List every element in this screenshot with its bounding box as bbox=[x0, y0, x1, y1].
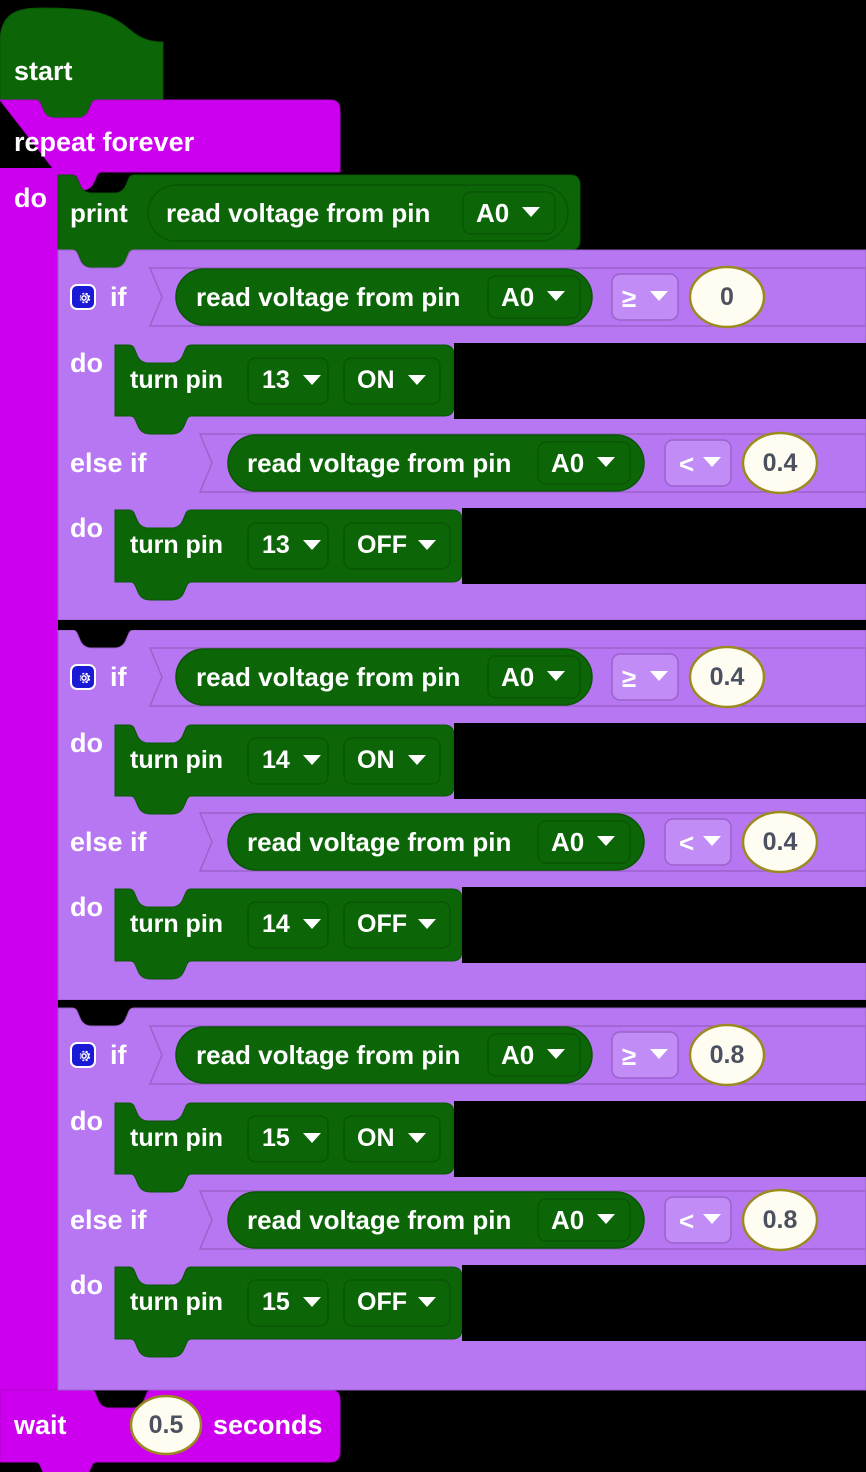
if-2-sensor-label: read voltage from pin bbox=[196, 662, 461, 692]
wait-unit-label: seconds bbox=[213, 1410, 323, 1440]
if-1-pin-dropdown[interactable] bbox=[488, 276, 580, 318]
repeat-forever-block[interactable] bbox=[0, 100, 340, 172]
if-3-else-pin-dropdown[interactable] bbox=[538, 1199, 630, 1241]
if-1-sensor-label: read voltage from pin bbox=[196, 282, 461, 312]
if-3-action-state-dropdown[interactable] bbox=[344, 1116, 440, 1162]
gear-icon[interactable] bbox=[70, 664, 96, 690]
if-3-else-action-pin-dropdown[interactable] bbox=[248, 1280, 328, 1326]
if-2-else-pin-dropdown[interactable] bbox=[538, 821, 630, 863]
if-1-bottom-gap bbox=[58, 620, 866, 630]
if-3-else-do-label: do bbox=[70, 1270, 103, 1300]
if-2-if-label: if bbox=[110, 662, 127, 692]
if-3-do-label: do bbox=[70, 1106, 103, 1136]
if-2-else-action-state-dropdown[interactable] bbox=[344, 902, 450, 948]
if-3-else-if-label: else if bbox=[70, 1205, 147, 1235]
if-1-action-label: turn pin bbox=[130, 366, 224, 394]
blockly-workspace[interactable]: start repeat forever do print read volta… bbox=[0, 0, 866, 1472]
wait-seconds-value[interactable]: 0.5 bbox=[129, 1413, 203, 1438]
if-1-action-pin-dropdown[interactable] bbox=[248, 358, 328, 404]
if-1-if-label: if bbox=[110, 282, 127, 312]
if-2-pin-dropdown[interactable] bbox=[488, 656, 580, 698]
if-3-else-action-state-dropdown[interactable] bbox=[344, 1280, 450, 1326]
if-3-else-operator-dropdown[interactable] bbox=[665, 1197, 731, 1243]
if-1-operator-dropdown[interactable] bbox=[612, 274, 678, 320]
gear-icon-glyph bbox=[79, 1050, 91, 1062]
if-2-else-if-label: else if bbox=[70, 827, 147, 857]
if-2-bottom-gap bbox=[58, 1000, 866, 1008]
wait-block[interactable] bbox=[0, 1395, 129, 1460]
if-2-else-number-value[interactable]: 0.4 bbox=[743, 830, 817, 855]
if-1-else-number-value[interactable]: 0.4 bbox=[743, 451, 817, 476]
repeat-forever-spine bbox=[0, 168, 58, 1390]
if-1-gap-2 bbox=[462, 508, 866, 584]
if-2-else-action-label: turn pin bbox=[130, 910, 224, 938]
if-2-action-label: turn pin bbox=[130, 746, 224, 774]
if-3-action-pin-dropdown[interactable] bbox=[248, 1116, 328, 1162]
if-1-gap-1 bbox=[454, 343, 866, 419]
if-3-action-label: turn pin bbox=[130, 1124, 224, 1152]
if-1-else-action-pin-dropdown[interactable] bbox=[248, 523, 328, 569]
if-1-else-if-label: else if bbox=[70, 448, 147, 478]
if-1-number-value[interactable]: 0 bbox=[690, 285, 764, 310]
if-1-else-action-state-dropdown[interactable] bbox=[344, 523, 450, 569]
if-2-action-state-dropdown[interactable] bbox=[344, 738, 440, 784]
if-1-do-label: do bbox=[70, 348, 103, 378]
repeat-forever-do-label: do bbox=[14, 183, 47, 213]
if-3-else-number-value[interactable]: 0.8 bbox=[743, 1208, 817, 1233]
if-1-action-state-dropdown[interactable] bbox=[344, 358, 440, 404]
print-value-reporter[interactable] bbox=[148, 185, 568, 241]
gear-icon[interactable] bbox=[70, 1042, 96, 1068]
start-block[interactable] bbox=[0, 8, 163, 100]
gear-icon[interactable] bbox=[70, 284, 96, 310]
if-1-else-action-label: turn pin bbox=[130, 531, 224, 559]
if-1-else-do-label: do bbox=[70, 513, 103, 543]
if-3-gap-2 bbox=[462, 1265, 866, 1341]
if-2-operator-dropdown[interactable] bbox=[612, 654, 678, 700]
if-3-else-sensor-label: read voltage from pin bbox=[247, 1205, 512, 1235]
if-2-else-action-pin-dropdown[interactable] bbox=[248, 902, 328, 948]
gear-icon-glyph bbox=[79, 672, 91, 684]
if-1-else-pin-dropdown[interactable] bbox=[538, 442, 630, 484]
if-3-number-value[interactable]: 0.8 bbox=[690, 1043, 764, 1068]
if-3-pin-dropdown[interactable] bbox=[488, 1034, 580, 1076]
if-2-do-label: do bbox=[70, 728, 103, 758]
if-2-number-value[interactable]: 0.4 bbox=[690, 665, 764, 690]
gear-icon-glyph bbox=[79, 292, 91, 304]
if-2-gap-2 bbox=[462, 887, 866, 963]
if-3-operator-dropdown[interactable] bbox=[612, 1032, 678, 1078]
print-block[interactable] bbox=[58, 175, 148, 250]
if-2-else-sensor-label: read voltage from pin bbox=[247, 827, 512, 857]
if-3-sensor-label: read voltage from pin bbox=[196, 1040, 461, 1070]
if-1-else-sensor-label: read voltage from pin bbox=[247, 448, 512, 478]
if-2-action-pin-dropdown[interactable] bbox=[248, 738, 328, 784]
if-2-else-do-label: do bbox=[70, 892, 103, 922]
if-2-gap-1 bbox=[454, 723, 866, 799]
if-3-else-action-label: turn pin bbox=[130, 1288, 224, 1316]
if-3-gap-1 bbox=[454, 1101, 866, 1177]
if-2-else-operator-dropdown[interactable] bbox=[665, 819, 731, 865]
if-3-if-label: if bbox=[110, 1040, 127, 1070]
if-1-else-operator-dropdown[interactable] bbox=[665, 440, 731, 486]
